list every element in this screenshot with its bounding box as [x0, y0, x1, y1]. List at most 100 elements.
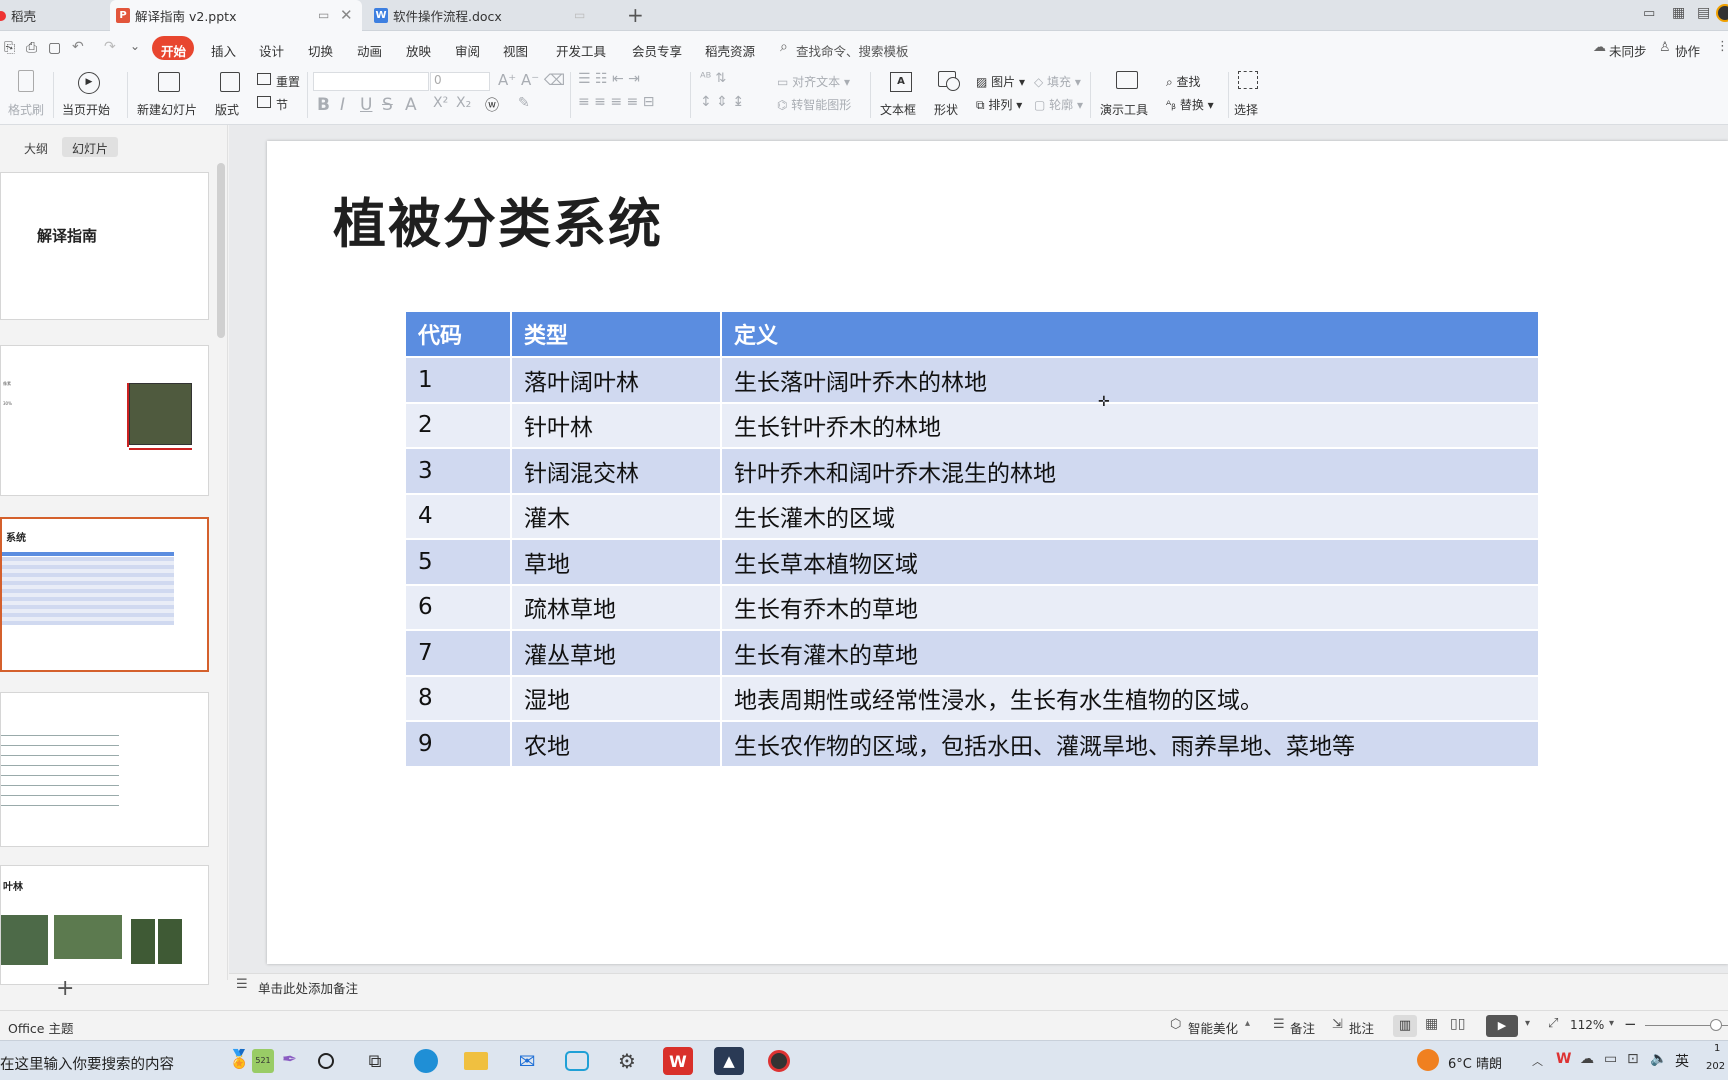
find-button[interactable]: ⌕ 查找 — [1166, 73, 1201, 90]
highlight-icon[interactable]: ✎ — [518, 95, 530, 111]
font-size-select[interactable]: 0 — [430, 72, 490, 91]
zoom-level[interactable]: 112% — [1570, 1018, 1604, 1032]
cell-definition[interactable]: 生长有灌木的草地 — [722, 629, 1540, 675]
tab-slides[interactable]: 幻灯片 — [72, 140, 108, 157]
header-definition[interactable]: 定义 — [722, 312, 1540, 356]
superscript-icon[interactable]: X² — [433, 95, 448, 111]
tab-review[interactable]: 审阅 — [455, 41, 480, 60]
font-color-icon[interactable]: A — [405, 95, 417, 115]
notes-toggle-button[interactable]: 备注 — [1290, 1018, 1315, 1037]
sorter-view-icon[interactable]: ▦ — [1425, 1016, 1438, 1032]
tab-docer-resources[interactable]: 稻壳资源 — [705, 41, 755, 60]
sync-status[interactable]: 未同步 — [1609, 41, 1647, 60]
presentation-tools-button[interactable]: 演示工具 — [1100, 101, 1148, 118]
smart-beautify-button[interactable]: 智能美化 — [1188, 1018, 1238, 1037]
pen-icon[interactable]: ✒ — [282, 1049, 297, 1070]
grow-font-icon[interactable]: A⁺ A⁻ ⌫ — [498, 71, 565, 89]
weather-text[interactable]: 6°C 晴朗 — [1448, 1053, 1502, 1072]
phonetic-icon[interactable]: ⓦ — [485, 95, 499, 115]
customize-icon[interactable]: ⌄ — [130, 39, 140, 53]
tab-animation[interactable]: 动画 — [357, 41, 382, 60]
replace-button[interactable]: ᴬᵦ 替换 ▾ — [1166, 96, 1214, 113]
close-icon[interactable]: ✕ — [340, 6, 353, 24]
slideshow-caret-icon[interactable]: ▾ — [1525, 1018, 1530, 1029]
command-search[interactable]: 查找命令、搜索模板 — [796, 41, 909, 60]
cell-type[interactable]: 针叶林 — [512, 401, 722, 447]
cell-type[interactable]: 灌木 — [512, 492, 722, 538]
wps-icon[interactable]: W — [663, 1047, 693, 1075]
tab-member[interactable]: 会员专享 — [632, 41, 682, 60]
zoom-slider-thumb[interactable] — [1710, 1019, 1722, 1031]
record-app-icon[interactable] — [764, 1047, 794, 1075]
underline-icon[interactable]: U — [360, 95, 372, 115]
align-text-button[interactable]: ▭ 对齐文本 ▾ — [777, 73, 850, 90]
cat-app-icon[interactable]: ▲ — [714, 1047, 744, 1075]
cell-type[interactable]: 灌丛草地 — [512, 629, 722, 675]
section-button[interactable]: 节 — [276, 96, 288, 113]
cell-type[interactable]: 农地 — [512, 720, 722, 766]
cell-definition[interactable]: 生长落叶阔叶乔木的林地 — [722, 356, 1540, 402]
save-icon[interactable]: ⎘ — [4, 40, 15, 56]
slide-thumbnail-4[interactable] — [0, 692, 209, 847]
more-icon[interactable]: ⋮ — [1716, 39, 1728, 54]
cell-type[interactable]: 针阔混交林 — [512, 447, 722, 493]
text-direction-icon[interactable]: ᴬᴮ ⇅ — [700, 71, 726, 86]
header-type[interactable]: 类型 — [512, 312, 722, 356]
cell-code[interactable]: 2 — [406, 401, 512, 447]
cell-code[interactable]: 1 — [406, 356, 512, 402]
notes-bar[interactable]: ☰ 单击此处添加备注 — [229, 973, 1728, 996]
cell-definition[interactable]: 针叶乔木和阔叶乔木混生的林地 — [722, 447, 1540, 493]
header-code[interactable]: 代码 — [406, 312, 512, 356]
medal-icon[interactable]: 🏅 — [228, 1049, 250, 1070]
pin-icon[interactable]: ▭ — [318, 8, 329, 22]
apps-icon[interactable]: ▤ — [1697, 5, 1710, 21]
cell-definition[interactable]: 生长草本植物区域 — [722, 538, 1540, 584]
cell-type[interactable]: 落叶阔叶林 — [512, 356, 722, 402]
zoom-caret-icon[interactable]: ▾ — [1609, 1018, 1614, 1029]
tab-pptx[interactable]: P 解译指南 v2.pptx ▭ ✕ — [110, 0, 362, 31]
print-icon[interactable]: ⎙ — [26, 40, 37, 56]
taskbar-search[interactable]: 在这里输入你要搜索的内容 — [0, 1053, 174, 1074]
font-family-select[interactable] — [313, 72, 429, 91]
slide-title[interactable]: 植被分类系统 — [333, 182, 663, 258]
tab-developer[interactable]: 开发工具 — [556, 41, 606, 60]
ime-indicator[interactable]: 英 — [1675, 1051, 1689, 1071]
grid-icon[interactable]: ▦ — [1672, 5, 1685, 21]
cell-type[interactable]: 湿地 — [512, 674, 722, 720]
reset-button[interactable]: 重置 — [276, 73, 300, 90]
layout-button[interactable]: 版式 — [215, 101, 239, 118]
textbox-button[interactable]: 文本框 — [880, 101, 916, 118]
tab-docx[interactable]: W 软件操作流程.docx ▭ — [368, 0, 620, 31]
zoom-out-icon[interactable]: − — [1624, 1015, 1637, 1033]
reading-view-icon[interactable]: ▯▯ — [1450, 1016, 1465, 1032]
file-explorer-icon[interactable] — [461, 1047, 491, 1075]
clock-date[interactable]: 202 — [1706, 1061, 1725, 1072]
new-tab-icon[interactable]: + — [627, 3, 644, 27]
shape-button[interactable]: 形状 — [934, 101, 958, 118]
preview-icon[interactable]: ▢ — [48, 40, 61, 56]
pin-icon[interactable]: ▭ — [574, 8, 585, 22]
tab-home[interactable]: 开始 — [161, 41, 186, 60]
normal-view-icon[interactable]: ▥ — [1393, 1015, 1417, 1037]
cell-code[interactable]: 3 — [406, 447, 512, 493]
outline-button[interactable]: ▢ 轮廓 ▾ — [1034, 96, 1083, 113]
tab-insert[interactable]: 插入 — [211, 41, 236, 60]
slide-thumbnail-3-selected[interactable]: 系统 — [0, 517, 209, 672]
fit-window-icon[interactable]: ⤢ — [1548, 1016, 1558, 1031]
cell-code[interactable]: 6 — [406, 583, 512, 629]
arrange-button[interactable]: ⧉ 排列 ▾ — [976, 96, 1022, 113]
spacing-icons[interactable]: ↕ ⇕ ↨ — [700, 94, 744, 110]
cell-definition[interactable]: 生长农作物的区域，包括水田、灌溉旱地、雨养旱地、菜地等 — [722, 720, 1540, 766]
battery-icon[interactable]: ▭ — [1604, 1051, 1617, 1067]
cell-code[interactable]: 5 — [406, 538, 512, 584]
tray-expand-icon[interactable]: ︿ — [1532, 1053, 1543, 1069]
cell-definition[interactable]: 生长针叶乔木的林地 — [722, 401, 1540, 447]
vegetation-table[interactable]: 代码 类型 定义 1 落叶阔叶林 生长落叶阔叶乔木的林地 2 针叶林 生长针叶乔木的林地… — [406, 312, 1540, 766]
panel-scrollbar[interactable] — [217, 163, 225, 338]
tab-docer[interactable]: 稻壳 — [0, 0, 110, 31]
cell-type[interactable]: 草地 — [512, 538, 722, 584]
strike-icon[interactable]: S — [382, 95, 393, 115]
italic-icon[interactable]: I — [340, 95, 345, 115]
avatar[interactable] — [1716, 4, 1728, 22]
mail-icon[interactable]: ✉ — [512, 1047, 542, 1075]
